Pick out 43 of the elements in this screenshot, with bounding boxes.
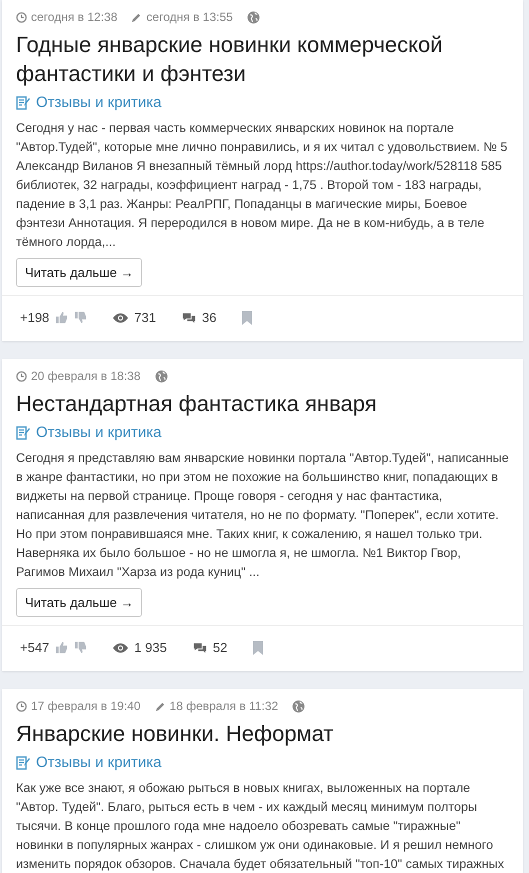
comments-count[interactable]: 52 — [212, 640, 228, 655]
post-excerpt: Сегодня у нас - первая часть коммерческих январских новинок на портале "Автор.Тудей", которые мне лично понравились, и я их читал с удовольствием. № 5 Александр Виланов Я внезапный тёмный лорд https://author.today/work/528118 585 библиотек, 32 награды, коэффициент наград - 1,75 . Второй том - 183 награды, падение в 3,1 раз. Жанры: РеалРПГ, Попаданцы в магические миры, Боевое фэнтези Аннотация. Я переродился в новом мире. Да не в ком-нибудь, а в теле тёмного лорда,... — [16, 120, 508, 251]
comments-icon[interactable] — [192, 642, 207, 654]
category-link[interactable]: Отзывы и критика — [36, 754, 162, 771]
document-edit-icon — [16, 96, 30, 110]
comments-count[interactable]: 36 — [202, 310, 216, 325]
bookmark-icon[interactable] — [242, 310, 252, 324]
rating-count: +547 — [20, 640, 50, 655]
thumbs-up-icon[interactable] — [55, 311, 68, 324]
category-link[interactable]: Отзывы и критика — [36, 424, 162, 441]
globe-icon — [292, 700, 306, 712]
post-date: 17 февраля в 19:40 — [31, 699, 141, 713]
post-excerpt: Как уже все знают, я обожаю рыться в новых книгах, выложенных на портале "Автор. Тудей". Благо, рыться есть в чем - их каждый месяц минимум полторы тысячи. В конце прошлого года мне надоело обозревать самые "тиражные" новинки в популярных жанрах - слишком уж они одинаковые. И я решил немного изменить порядок обзоров. Сначала будет обязательный "топ-10" самых тиражных — [16, 780, 506, 873]
globe-icon — [154, 370, 168, 382]
eye-icon — [113, 312, 128, 322]
post-title[interactable]: Нестандартная фантастика января — [16, 389, 509, 418]
read-more-button[interactable]: Читать дальше → — [16, 258, 142, 287]
document-edit-icon — [16, 426, 30, 440]
thumbs-down-icon[interactable] — [74, 641, 88, 654]
views-count: 731 — [134, 310, 156, 325]
clock-icon — [16, 12, 27, 22]
globe-icon — [246, 10, 260, 24]
category-link[interactable]: Отзывы и критика — [36, 94, 162, 111]
edit-date: 18 февраля в 11:32 — [170, 699, 278, 713]
eye-icon — [113, 642, 128, 652]
post-excerpt: Сегодня я представляю вам январские новинки портала "Автор.Тудей", написанные в жанре фантастики, но при этом не похожие на большинство книг, попадающих в виджеты на первой странице. Проще говоря - сегодня у нас фантастика, написанная для развлечения читателя, но не по формату. "Поперек", если хотите. Но при этом понравившаяся мне. Таких книг, к сожалению, я нашел только три. Наверняка их было большое - но не шмогла я, не шмогла. №1 Виктор Гвор, Рагимов Михаил "Харза из рода куниц" ... — [16, 450, 509, 581]
pencil-icon — [131, 12, 142, 22]
rating-count: +198 — [20, 310, 50, 325]
post-date: 20 февраля в 18:38 — [31, 369, 141, 383]
comments-icon[interactable] — [182, 312, 196, 324]
post-title[interactable]: Январские новинки. Неформат — [16, 719, 509, 748]
clock-icon — [16, 700, 27, 712]
post-title[interactable]: Годные январские новинки коммерческой фантастики и фэнтези — [16, 30, 509, 88]
bookmark-icon[interactable] — [253, 640, 264, 654]
clock-icon — [16, 370, 27, 382]
pencil-icon — [154, 700, 166, 712]
views-count: 1 935 — [134, 640, 167, 655]
edit-date: сегодня в 13:55 — [146, 10, 233, 24]
post-date: сегодня в 12:38 — [31, 10, 118, 24]
document-edit-icon — [16, 756, 30, 770]
read-more-button[interactable]: Читать дальше → — [16, 588, 142, 617]
thumbs-down-icon[interactable] — [74, 311, 88, 324]
thumbs-up-icon[interactable] — [55, 641, 68, 654]
